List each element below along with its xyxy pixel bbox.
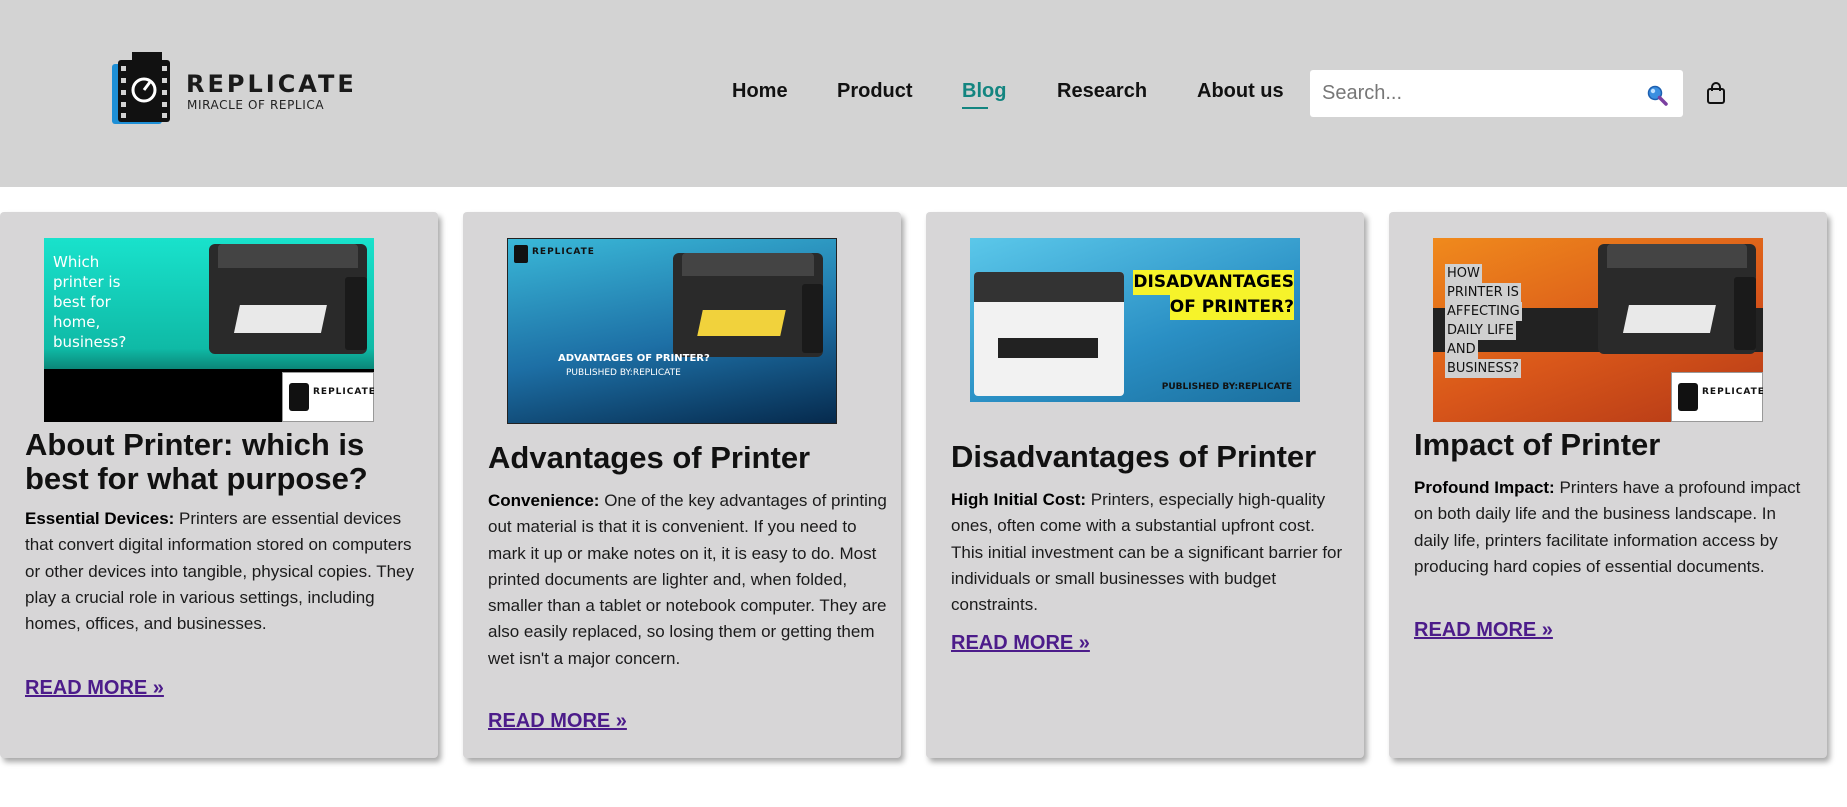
thumb-text: DAILY LIFE bbox=[1445, 321, 1516, 340]
nav-research[interactable]: Research bbox=[1057, 80, 1147, 103]
card-title: About Printer: which is best for what pu… bbox=[25, 427, 368, 496]
thumb-text: PRINTER IS bbox=[1445, 283, 1521, 302]
read-more-link[interactable]: READ MORE » bbox=[25, 677, 164, 700]
thumb-published: PUBLISHED BY:REPLICATE bbox=[1161, 382, 1292, 392]
thumb-text: Which bbox=[53, 253, 100, 271]
blog-card-3: DISADVANTAGES OF PRINTER? PUBLISHED BY:R… bbox=[926, 212, 1364, 758]
nav-home[interactable]: Home bbox=[732, 80, 788, 103]
card-image: HOW PRINTER IS AFFECTING DAILY LIFE AND … bbox=[1433, 238, 1763, 422]
site-header: REPLICATE MIRACLE OF REPLICA Home Produc… bbox=[0, 0, 1847, 187]
read-more-link[interactable]: READ MORE » bbox=[1414, 619, 1553, 642]
thumb-headline: OF PRINTER? bbox=[1169, 295, 1294, 320]
printer-illustration bbox=[1598, 244, 1756, 354]
search-input[interactable] bbox=[1322, 78, 1622, 108]
thumb-text: BUSINESS? bbox=[1445, 359, 1521, 378]
replicate-badge: REPLICATE bbox=[282, 372, 374, 422]
printer-illustration bbox=[209, 244, 367, 354]
nav-blog[interactable]: Blog bbox=[962, 80, 1006, 109]
nav-about-us[interactable]: About us bbox=[1197, 80, 1284, 103]
shopping-bag-icon[interactable] bbox=[1706, 82, 1726, 104]
nav-product[interactable]: Product bbox=[837, 80, 913, 103]
card-title: Impact of Printer bbox=[1414, 427, 1661, 462]
card-excerpt: Profound Impact: Printers have a profoun… bbox=[1414, 478, 1801, 576]
card-title: Disadvantages of Printer bbox=[951, 439, 1317, 474]
thumb-text: HOW bbox=[1445, 264, 1482, 283]
search-box bbox=[1310, 70, 1683, 117]
blog-card-4: HOW PRINTER IS AFFECTING DAILY LIFE AND … bbox=[1389, 212, 1827, 758]
blog-card-2: REPLICATE ADVANTAGES OF PRINTER? PUBLISH… bbox=[463, 212, 901, 758]
read-more-link[interactable]: READ MORE » bbox=[488, 710, 627, 733]
thumb-text: AND bbox=[1445, 340, 1478, 359]
blog-card-1: Which printer is best for home, business… bbox=[0, 212, 438, 758]
card-excerpt: Convenience: One of the key advantages o… bbox=[488, 491, 887, 668]
thumb-logo-text: REPLICATE bbox=[532, 247, 595, 257]
card-image: Which printer is best for home, business… bbox=[44, 238, 374, 422]
card-image: DISADVANTAGES OF PRINTER? PUBLISHED BY:R… bbox=[970, 238, 1300, 402]
thumb-headline: DISADVANTAGES bbox=[1133, 270, 1294, 295]
card-excerpt: Essential Devices: Printers are essentia… bbox=[25, 509, 415, 634]
replicate-badge: REPLICATE bbox=[1671, 372, 1763, 422]
card-title: Advantages of Printer bbox=[488, 440, 811, 475]
thumb-text: printer is bbox=[53, 273, 121, 291]
thumb-text: business? bbox=[53, 333, 127, 351]
search-icon[interactable] bbox=[1646, 84, 1668, 106]
thumb-published: PUBLISHED BY:REPLICATE bbox=[566, 368, 681, 378]
card-image: REPLICATE ADVANTAGES OF PRINTER? PUBLISH… bbox=[507, 238, 837, 424]
card-excerpt: High Initial Cost: Printers, especially … bbox=[951, 490, 1343, 615]
thumb-caption: ADVANTAGES OF PRINTER? bbox=[558, 353, 710, 364]
printer-illustration bbox=[673, 253, 823, 357]
thumb-text: best for bbox=[53, 293, 111, 311]
read-more-link[interactable]: READ MORE » bbox=[951, 632, 1090, 655]
thumb-text: AFFECTING bbox=[1445, 302, 1522, 321]
thumb-text: home, bbox=[53, 313, 101, 331]
